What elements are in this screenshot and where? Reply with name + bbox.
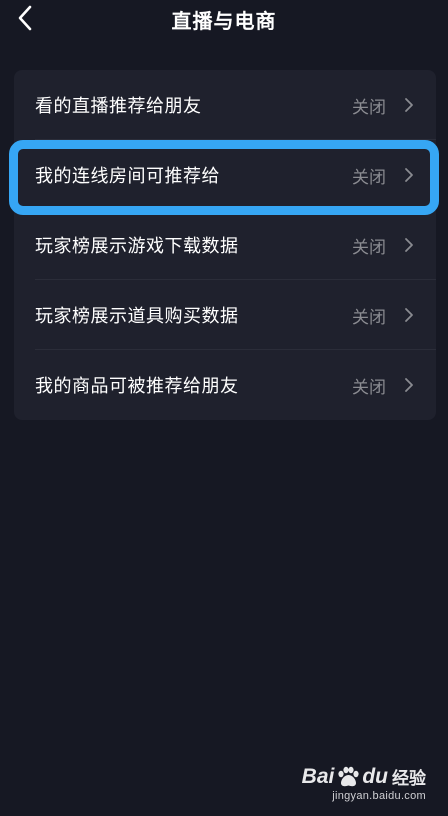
- settings-card: 看的直播推荐给朋友 关闭 我的连线房间可推荐给 关闭 玩家榜展示游戏下载数据 关…: [14, 70, 436, 420]
- setting-row-product-recommend[interactable]: 我的商品可被推荐给朋友 关闭: [14, 350, 436, 420]
- watermark: Bai du 经验 jingyan.baidu.com: [301, 764, 426, 803]
- setting-value: 关闭: [352, 98, 386, 118]
- chevron-right-icon: [405, 98, 413, 112]
- watermark-brand-left: Bai: [301, 764, 335, 788]
- setting-row-game-download-data[interactable]: 玩家榜展示游戏下载数据 关闭: [14, 210, 436, 280]
- header-bar: 直播与电商: [0, 0, 448, 40]
- chevron-right-icon: [405, 378, 413, 392]
- setting-label: 玩家榜展示道具购买数据: [35, 306, 239, 327]
- setting-value: 关闭: [352, 238, 386, 258]
- watermark-brand-right: du: [362, 764, 388, 788]
- paw-icon: [338, 766, 359, 786]
- watermark-url: jingyan.baidu.com: [332, 790, 426, 802]
- setting-label: 看的直播推荐给朋友: [35, 96, 202, 117]
- setting-row-live-recommend[interactable]: 看的直播推荐给朋友 关闭: [14, 70, 436, 140]
- watermark-brand-cn: 经验: [392, 769, 426, 789]
- highlight-box: [9, 140, 439, 215]
- setting-label: 玩家榜展示游戏下载数据: [35, 236, 239, 257]
- page-title: 直播与电商: [171, 9, 277, 33]
- chevron-right-icon: [405, 308, 413, 322]
- setting-value: 关闭: [352, 378, 386, 398]
- setting-value: 关闭: [352, 308, 386, 328]
- chevron-right-icon: [405, 238, 413, 252]
- setting-label: 我的商品可被推荐给朋友: [35, 376, 239, 397]
- setting-row-prop-purchase-data[interactable]: 玩家榜展示道具购买数据 关闭: [14, 280, 436, 350]
